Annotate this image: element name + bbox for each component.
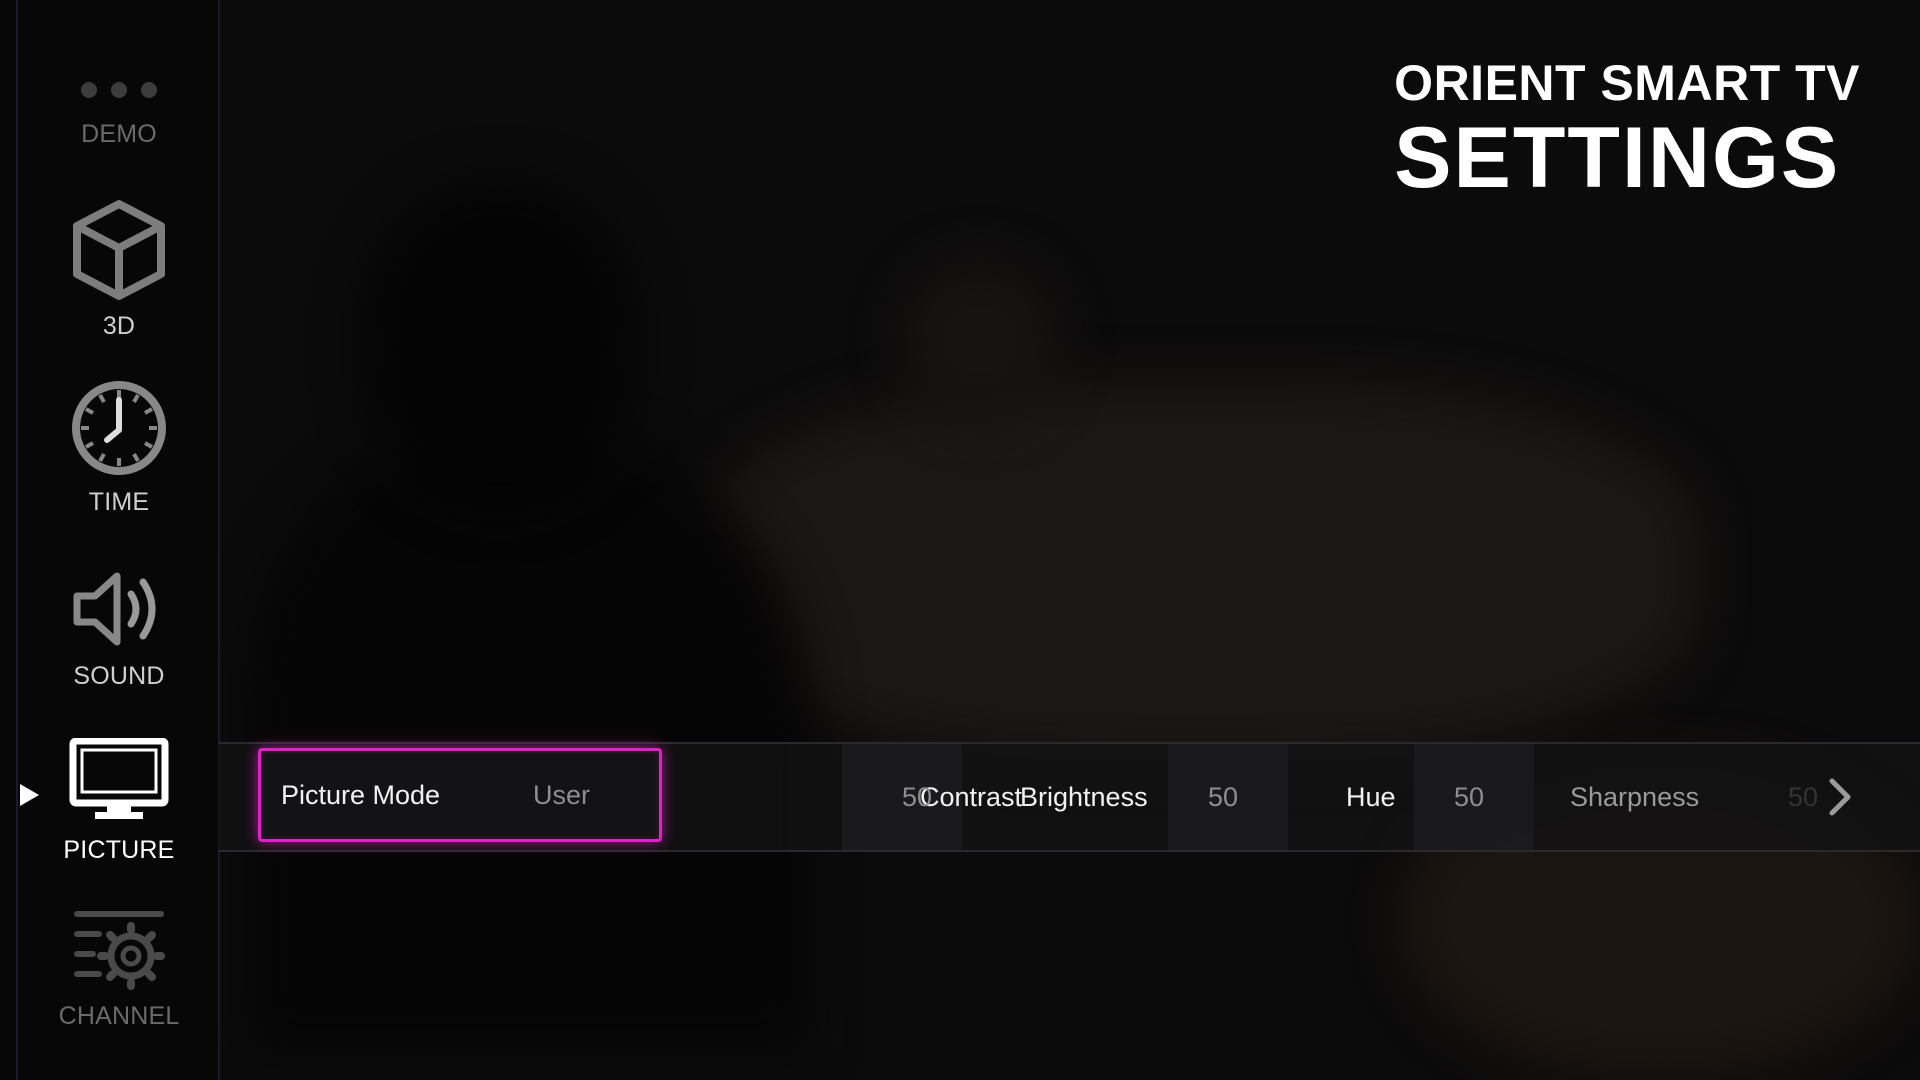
sidebar-item-label: CHANNEL: [58, 1002, 180, 1030]
play-arrow-icon: [20, 784, 39, 806]
settings-heading: SETTINGS: [1394, 110, 1841, 206]
channel-settings-icon: [74, 911, 165, 990]
sidebar-item-label: 3D: [102, 312, 136, 340]
sidebar-item-time[interactable]: TIME: [0, 378, 238, 517]
setting-name: Brightness: [1020, 781, 1148, 812]
speaker-icon: [73, 572, 156, 646]
sidebar-item-sound[interactable]: SOUND: [0, 566, 238, 691]
setting-picture-mode[interactable]: Picture Mode User: [258, 748, 662, 842]
setting-name: Picture Mode: [281, 779, 441, 810]
cube-icon: [73, 200, 165, 300]
sidebar-item-label: SOUND: [73, 662, 165, 690]
sidebar-item-3d[interactable]: 3D: [0, 198, 238, 341]
setting-sharpness[interactable]: Sharpness: [1558, 744, 1758, 850]
sidebar-item-channel[interactable]: CHANNEL: [0, 908, 238, 1031]
brand-name: ORIENT SMART TV: [1394, 55, 1860, 111]
setting-name: Hue: [1346, 781, 1396, 812]
dots-icon: [81, 82, 157, 98]
setting-value: User: [533, 779, 591, 810]
sidebar-item-demo[interactable]: DEMO: [0, 78, 238, 149]
page-title: ORIENT SMART TV SETTINGS: [1394, 56, 1860, 202]
monitor-icon: [69, 738, 169, 819]
setting-brightness[interactable]: Brightness: [998, 744, 1168, 850]
setting-brightness-value: 50: [1208, 781, 1239, 812]
setting-contrast-value: 50: [902, 781, 933, 812]
sidebar-item-label: DEMO: [81, 120, 157, 148]
chevron-right-icon[interactable]: [1828, 778, 1852, 816]
setting-name: Sharpness: [1570, 781, 1700, 812]
sidebar-item-label: TIME: [88, 488, 150, 516]
picture-settings-bar: Picture Mode User Contrast 50 Brightness…: [218, 742, 1920, 852]
setting-hue[interactable]: Hue: [1324, 744, 1414, 850]
sidebar-item-label: PICTURE: [63, 836, 175, 864]
clock-icon: [72, 381, 166, 475]
setting-hue-value: 50: [1454, 781, 1485, 812]
sidebar: DEMO 3D TIME SOUND PICTURE CHANNEL: [0, 0, 220, 1080]
